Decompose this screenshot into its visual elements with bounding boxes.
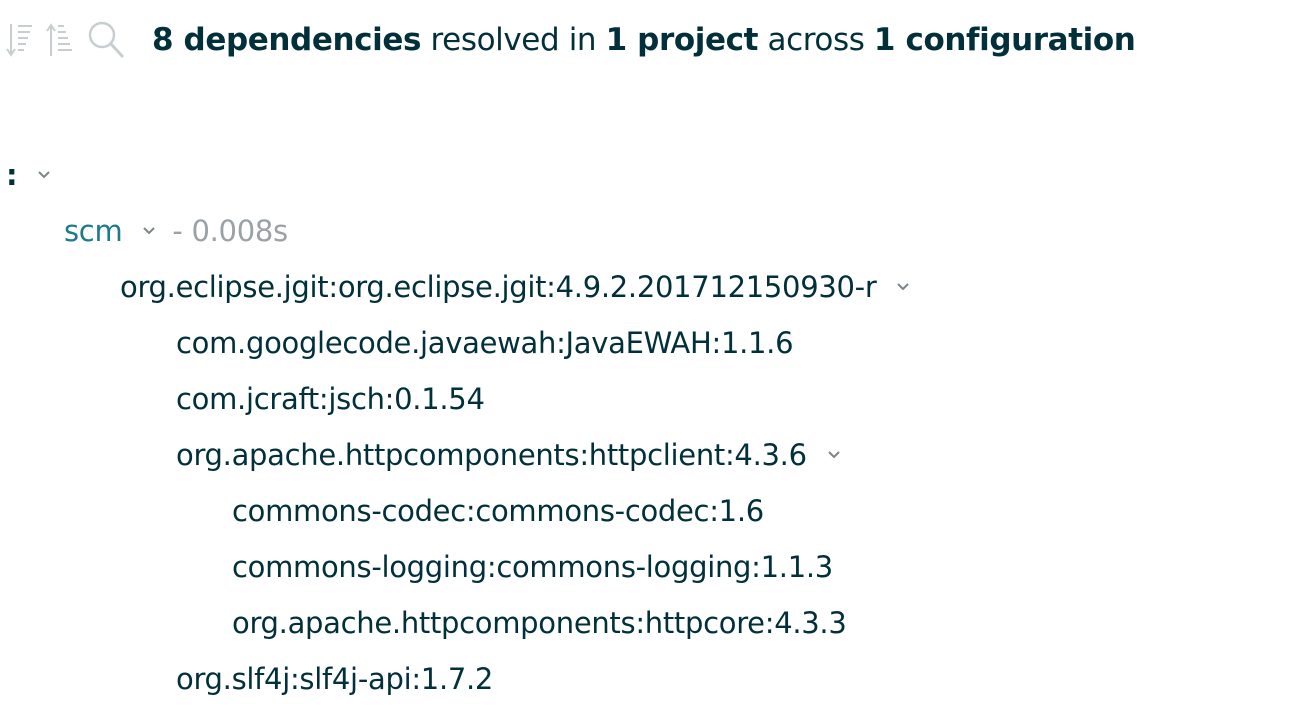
project-name-link[interactable]: scm [64,214,123,248]
dependency-label: commons-logging:commons-logging:1.1.3 [232,550,833,584]
tree-node-row: org.apache.httpcomponents:httpcore:4.3.3 [0,595,1291,651]
root-project-label: : [6,158,18,192]
chevron-down-icon[interactable] [31,162,57,188]
tree-node-row: org.apache.httpcomponents:httpclient:4.3… [0,427,1291,483]
dependency-label: org.apache.httpcomponents:httpclient:4.3… [176,438,807,472]
build-summary: 8 dependencies resolved in 1 project acr… [152,22,1136,58]
tree-node-row: com.googlecode.javaewah:JavaEWAH:1.1.6 [0,315,1291,371]
chevron-down-icon[interactable] [821,442,847,468]
sort-descending-icon[interactable] [6,18,34,62]
search-icon[interactable] [86,18,128,62]
tree-node-row: commons-logging:commons-logging:1.1.3 [0,539,1291,595]
tree-node-row: org.slf4j:slf4j-api:1.7.2 [0,651,1291,707]
dependency-label: com.jcraft:jsch:0.1.54 [176,382,485,416]
summary-text-resolved: resolved in [421,22,606,58]
tree-root-row: : [0,147,1291,203]
chevron-down-icon[interactable] [136,218,162,244]
dependency-label: org.apache.httpcomponents:httpcore:4.3.3 [232,606,847,640]
tree-node-row: org.eclipse.jgit:org.eclipse.jgit:4.9.2.… [0,259,1291,315]
toolbar: 8 dependencies resolved in 1 project acr… [6,14,1136,66]
dependency-tree: : scm - 0.008s org.eclipse.jgit:org.ecli… [0,147,1291,707]
summary-text-across: across [758,22,874,58]
dependency-count: 8 dependencies [152,22,422,58]
dependency-label: com.googlecode.javaewah:JavaEWAH:1.1.6 [176,326,794,360]
dependency-label: commons-codec:commons-codec:1.6 [232,494,764,528]
dependency-label: org.slf4j:slf4j-api:1.7.2 [176,662,494,696]
tree-project-row: scm - 0.008s [0,203,1291,259]
tree-node-row: commons-codec:commons-codec:1.6 [0,483,1291,539]
project-duration: - 0.008s [172,214,288,248]
tree-node-row: com.jcraft:jsch:0.1.54 [0,371,1291,427]
sort-ascending-icon[interactable] [46,18,74,62]
dependency-label: org.eclipse.jgit:org.eclipse.jgit:4.9.2.… [120,270,877,304]
configuration-count: 1 configuration [873,22,1136,58]
chevron-down-icon[interactable] [890,274,916,300]
project-count: 1 project [605,22,759,58]
